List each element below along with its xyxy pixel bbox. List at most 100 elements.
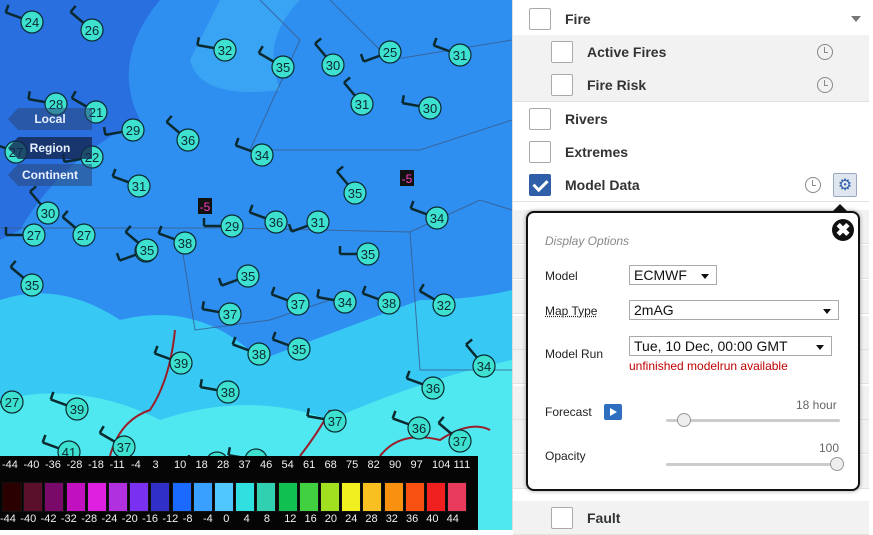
forecast-value: 18 hour [796,398,837,412]
temp-label: -5 [402,172,413,186]
chevron-down-icon[interactable] [851,16,861,22]
legend-tick-c: -32 [61,513,77,525]
layer-checkbox[interactable] [551,507,573,529]
layer-checkbox[interactable] [529,141,551,163]
station-value: 32 [437,298,451,313]
station-value: 31 [311,215,325,230]
legend-tick-c: -20 [122,513,138,525]
legend-tick-c: 28 [365,513,377,525]
station-value: 37 [117,440,131,455]
layer-row-fire[interactable]: Fire [513,2,869,36]
legend-tick-c: 4 [244,513,250,525]
legend-tick-f: 61 [303,459,315,471]
station-value: 39 [174,356,188,371]
station-marker[interactable]: 27 [0,391,23,413]
layer-label: Extremes [565,144,628,160]
legend-swatch [129,482,149,512]
station-value: 27 [77,228,91,243]
layer-row-rivers[interactable]: Rivers [513,102,869,136]
display-options-popup: ✖ Display Options Model ECMWF Map Type 2… [526,211,860,491]
play-button[interactable] [604,404,622,420]
legend-tick-f: -44 [2,459,18,471]
legend-swatch [23,482,43,512]
legend-tick-c: -44 [0,513,16,525]
legend-swatch [172,482,192,512]
station-value: 30 [41,206,55,221]
legend-tick-f: 97 [411,459,423,471]
modelrun-select[interactable]: Tue, 10 Dec, 00:00 GMT [629,336,832,356]
layer-checkbox[interactable] [551,41,573,63]
layer-checkbox[interactable] [529,108,551,130]
layer-row-model-data[interactable]: Model Data⚙ [513,168,869,202]
legend-tick-c: 0 [223,513,229,525]
legend-tick-f: 104 [432,459,450,471]
station-value: 25 [383,45,397,60]
legend-tick-c: 40 [426,513,438,525]
station-value: 35 [25,278,39,293]
station-value: 34 [338,295,352,310]
layer-label: Fire [565,11,591,27]
station-value: 36 [412,421,426,436]
popup-arrow [832,204,848,212]
clock-icon[interactable] [805,177,821,193]
station-value: 30 [423,101,437,116]
forecast-label: Forecast [545,405,592,419]
modelrun-warning: unfinished modelrun available [629,359,788,373]
legend-swatch [405,482,425,512]
opacity-value: 100 [819,441,839,455]
weather-map[interactable]: -5-5242632353025312728212936313027223435… [0,0,512,530]
station-value: 35 [292,342,306,357]
legend-swatch [150,482,170,512]
station-value: 36 [426,381,440,396]
zoom-continent-button[interactable]: Continent [8,164,92,186]
station-value: 35 [276,60,290,75]
forecast-slider-handle[interactable] [677,413,691,427]
layer-checkbox[interactable] [529,174,551,196]
model-select[interactable]: ECMWF [629,265,717,285]
station-value: 29 [126,123,140,138]
temp-label: -5 [200,200,211,214]
legend-tick-c: -42 [41,513,57,525]
station-value: 35 [348,186,362,201]
legend-swatch [384,482,404,512]
layer-checkbox[interactable] [551,74,573,96]
station-value: 35 [361,247,375,262]
layer-row-extremes[interactable]: Extremes [513,135,869,169]
legend-tick-f: -4 [131,459,141,471]
legend-swatch [426,482,446,512]
legend-tick-f: 10 [174,459,186,471]
popup-title: Display Options [545,234,629,248]
legend-tick-f: -36 [45,459,61,471]
gear-icon[interactable]: ⚙ [833,173,857,197]
legend-tick-c: 24 [345,513,357,525]
maptype-select[interactable]: 2mAG [629,300,839,320]
layer-label: Fault [587,510,620,526]
zoom-region-button[interactable]: Region [8,137,92,159]
maptype-label: Map Type [545,304,597,318]
legend-tick-f: -18 [88,459,104,471]
legend-tick-f: 46 [260,459,272,471]
station-value: 30 [326,58,340,73]
layer-row-fire-risk[interactable]: Fire Risk [513,68,869,102]
forecast-slider[interactable] [666,419,840,422]
clock-icon[interactable] [817,44,833,60]
legend-tick-f: 90 [389,459,401,471]
station-value: 35 [241,269,255,284]
close-button[interactable]: ✖ [832,219,854,241]
station-value: 34 [430,211,444,226]
clock-icon[interactable] [817,77,833,93]
station-value: 38 [382,296,396,311]
opacity-slider[interactable] [666,463,840,466]
layer-row-active-fires[interactable]: Active Fires [513,35,869,69]
station-value: 36 [269,215,283,230]
zoom-local-button[interactable]: Local [8,108,92,130]
layer-checkbox[interactable] [529,8,551,30]
station-value: 31 [355,97,369,112]
legend-swatch [2,482,22,512]
legend-swatch [66,482,86,512]
legend-tick-c: -16 [142,513,158,525]
legend-swatch [447,482,467,512]
map-canvas[interactable]: -5-5242632353025312728212936313027223435… [0,0,512,530]
legend-tick-c: -40 [20,513,36,525]
opacity-slider-handle[interactable] [830,457,844,471]
